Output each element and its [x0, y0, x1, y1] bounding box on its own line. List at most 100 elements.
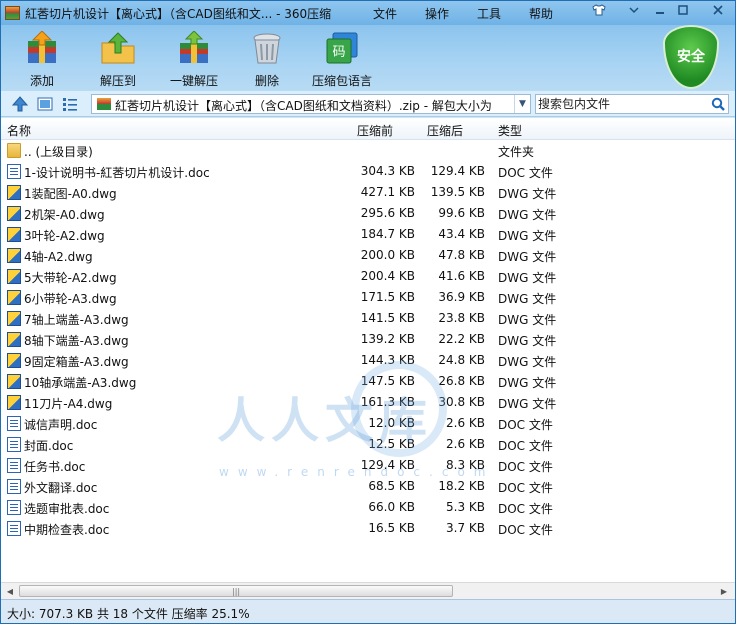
menu-tools[interactable]: 工具 [477, 5, 501, 22]
menu-operation[interactable]: 操作 [425, 5, 449, 22]
extract-to-button[interactable]: 解压到 [82, 29, 154, 89]
menu-help[interactable]: 帮助 [529, 5, 553, 22]
archive-language-button[interactable]: 码 压缩包语言 [306, 29, 378, 89]
column-header-compressed-size[interactable]: 压缩后 [427, 122, 463, 139]
file-name: 11刀片-A4.dwg [24, 397, 113, 411]
horizontal-scrollbar[interactable]: ◀ ||| ▶ [1, 582, 735, 599]
status-bar: 大小: 707.3 KB 共 18 个文件 压缩率 25.1% [1, 599, 735, 623]
original-size: 16.5 KB [368, 521, 415, 535]
file-list[interactable]: 名称 压缩前 压缩后 类型 .. (上级目录) 文件夹 1-设计说明书-紅莕切片机设… [1, 118, 735, 582]
address-bar: 紅莕切片机设计【离心式】（含CAD图纸和文档资料）.zip - 解包大小为 ▼ [1, 91, 735, 117]
original-size: 68.5 KB [368, 479, 415, 493]
minimize-icon[interactable] [649, 4, 671, 21]
file-type: DWG 文件 [498, 355, 557, 369]
dwg-file-icon [7, 185, 21, 200]
file-name: 8轴下端盖-A3.dwg [24, 334, 129, 348]
file-row[interactable]: 外文翻译.doc 68.5 KB 18.2 KB DOC 文件 [1, 476, 735, 497]
archive-language-icon: 码 [324, 31, 360, 65]
search-input[interactable] [538, 96, 706, 112]
file-row[interactable]: 10轴承端盖-A3.dwg 147.5 KB 26.8 KB DWG 文件 [1, 371, 735, 392]
doc-file-icon [7, 458, 21, 473]
file-row[interactable]: 5大带轮-A2.dwg 200.4 KB 41.6 KB DWG 文件 [1, 266, 735, 287]
compressed-size: 8.3 KB [446, 458, 485, 472]
add-button[interactable]: 添加 [6, 29, 78, 89]
file-type: DWG 文件 [498, 229, 557, 243]
chevron-down-icon[interactable]: ▼ [514, 95, 530, 113]
file-name: 任务书.doc [24, 460, 86, 474]
search-icon[interactable] [711, 97, 725, 111]
original-size: 171.5 KB [360, 290, 415, 304]
compressed-size: 18.2 KB [438, 479, 485, 493]
file-type: DWG 文件 [498, 208, 557, 222]
add-archive-icon [24, 30, 60, 65]
list-view-icon[interactable] [61, 95, 79, 113]
file-type: DWG 文件 [498, 376, 557, 390]
file-row[interactable]: 封面.doc 12.5 KB 2.6 KB DOC 文件 [1, 434, 735, 455]
icon-view-icon[interactable] [36, 95, 54, 113]
file-row[interactable]: 7轴上端盖-A3.dwg 141.5 KB 23.8 KB DWG 文件 [1, 308, 735, 329]
column-header-name[interactable]: 名称 [7, 122, 31, 139]
file-name: 10轴承端盖-A3.dwg [24, 376, 137, 390]
file-row[interactable]: 1装配图-A0.dwg 427.1 KB 139.5 KB DWG 文件 [1, 182, 735, 203]
search-box[interactable] [535, 94, 729, 114]
column-header-type[interactable]: 类型 [498, 122, 522, 139]
file-type: DOC 文件 [498, 166, 553, 180]
dwg-file-icon [7, 395, 21, 410]
file-row[interactable]: 9固定箱盖-A3.dwg 144.3 KB 24.8 KB DWG 文件 [1, 350, 735, 371]
archive-path-text: 紅莕切片机设计【离心式】（含CAD图纸和文档资料）.zip - 解包大小为 [115, 99, 492, 113]
file-row[interactable]: 诚信声明.doc 12.0 KB 2.6 KB DOC 文件 [1, 413, 735, 434]
scrollbar-thumb[interactable]: ||| [19, 585, 453, 597]
menu-file[interactable]: 文件 [373, 5, 397, 22]
file-type: DWG 文件 [498, 397, 557, 411]
doc-file-icon [7, 500, 21, 515]
up-arrow-icon[interactable] [11, 95, 29, 113]
file-row[interactable]: 6小带轮-A3.dwg 171.5 KB 36.9 KB DWG 文件 [1, 287, 735, 308]
file-name: 诚信声明.doc [24, 418, 98, 432]
scroll-left-arrow-icon[interactable]: ◀ [3, 586, 17, 597]
file-row[interactable]: 4轴-A2.dwg 200.0 KB 47.8 KB DWG 文件 [1, 245, 735, 266]
file-type: DWG 文件 [498, 271, 557, 285]
file-row[interactable]: 3叶轮-A2.dwg 184.7 KB 43.4 KB DWG 文件 [1, 224, 735, 245]
column-header-original-size[interactable]: 压缩前 [357, 122, 393, 139]
dwg-file-icon [7, 353, 21, 368]
dwg-file-icon [7, 248, 21, 263]
dwg-file-icon [7, 269, 21, 284]
original-size: 161.3 KB [360, 395, 415, 409]
file-row[interactable]: 1-设计说明书-紅莕切片机设计.doc 304.3 KB 129.4 KB DOC 文… [1, 161, 735, 182]
skin-icon[interactable] [588, 4, 610, 21]
scroll-right-arrow-icon[interactable]: ▶ [717, 586, 731, 597]
archive-icon [97, 98, 111, 110]
file-row[interactable]: 8轴下端盖-A3.dwg 139.2 KB 22.2 KB DWG 文件 [1, 329, 735, 350]
title-bar[interactable]: 紅莕切片机设计【离心式】（含CAD图纸和文... - 360压缩 文件 操作 工… [1, 1, 735, 25]
original-size: 200.4 KB [360, 269, 415, 283]
file-row[interactable]: 中期检查表.doc 16.5 KB 3.7 KB DOC 文件 [1, 518, 735, 539]
one-click-extract-button[interactable]: 一键解压 [158, 29, 230, 89]
archive-window: 紅莕切片机设计【离心式】（含CAD图纸和文... - 360压缩 文件 操作 工… [0, 0, 736, 624]
original-size: 141.5 KB [360, 311, 415, 325]
close-icon[interactable] [707, 4, 729, 21]
doc-file-icon [7, 164, 21, 179]
file-name: 1-设计说明书-紅莕切片机设计.doc [24, 166, 210, 180]
folder-icon [7, 143, 21, 158]
file-row[interactable]: 选题审批表.doc 66.0 KB 5.3 KB DOC 文件 [1, 497, 735, 518]
file-row[interactable]: 任务书.doc 129.4 KB 8.3 KB DOC 文件 [1, 455, 735, 476]
compressed-size: 24.8 KB [438, 353, 485, 367]
file-row[interactable]: 11刀片-A4.dwg 161.3 KB 30.8 KB DWG 文件 [1, 392, 735, 413]
file-type: DOC 文件 [498, 439, 553, 453]
archive-path-field[interactable]: 紅莕切片机设计【离心式】（含CAD图纸和文档资料）.zip - 解包大小为 ▼ [91, 94, 531, 114]
original-size: 139.2 KB [360, 332, 415, 346]
maximize-icon[interactable] [672, 4, 694, 21]
compressed-size: 22.2 KB [438, 332, 485, 346]
file-name: 1装配图-A0.dwg [24, 187, 117, 201]
file-type: DOC 文件 [498, 502, 553, 516]
file-name: 外文翻译.doc [24, 481, 98, 495]
parent-folder-row[interactable]: .. (上级目录) 文件夹 [1, 140, 735, 161]
file-type: DOC 文件 [498, 460, 553, 474]
dropdown-menu-icon[interactable] [623, 4, 645, 21]
file-row[interactable]: 2机架-A0.dwg 295.6 KB 99.6 KB DWG 文件 [1, 203, 735, 224]
compressed-size: 43.4 KB [438, 227, 485, 241]
file-type: 文件夹 [498, 145, 535, 159]
delete-button[interactable]: 删除 [231, 29, 303, 89]
file-name: 中期检查表.doc [24, 523, 110, 537]
file-type: DOC 文件 [498, 418, 553, 432]
